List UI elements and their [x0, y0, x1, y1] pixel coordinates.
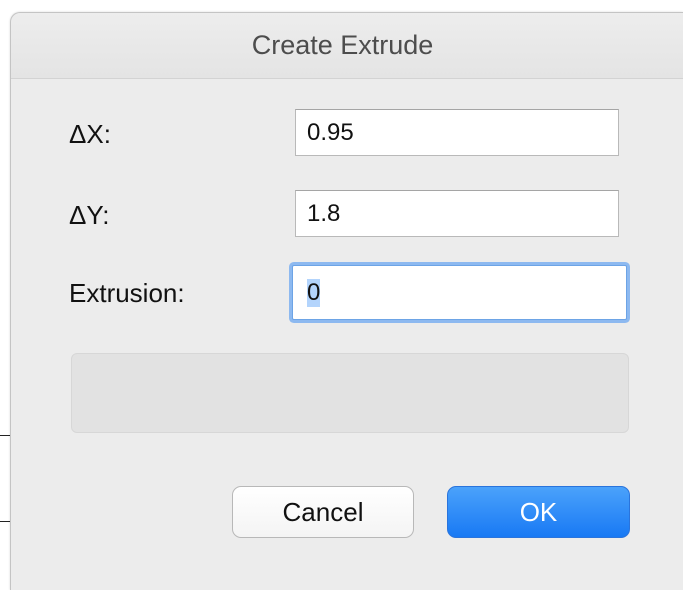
background-line [0, 521, 10, 522]
delta-y-input[interactable] [295, 190, 619, 237]
create-extrude-dialog: Create Extrude ΔX: ΔY: Extrusion: Cancel… [10, 12, 683, 590]
extrusion-label: Extrusion: [69, 278, 185, 308]
extrusion-input[interactable] [292, 265, 627, 320]
cancel-button[interactable]: Cancel [232, 486, 414, 538]
delta-x-label: ΔX: [69, 119, 111, 149]
dialog-title: Create Extrude [251, 30, 434, 60]
message-area [71, 353, 629, 433]
dialog-titlebar: Create Extrude [11, 13, 683, 79]
page: Create Extrude ΔX: ΔY: Extrusion: Cancel… [0, 0, 683, 590]
delta-x-input[interactable] [295, 109, 619, 156]
delta-y-label: ΔY: [69, 200, 110, 230]
background-line [0, 435, 10, 436]
ok-button[interactable]: OK [447, 486, 630, 538]
